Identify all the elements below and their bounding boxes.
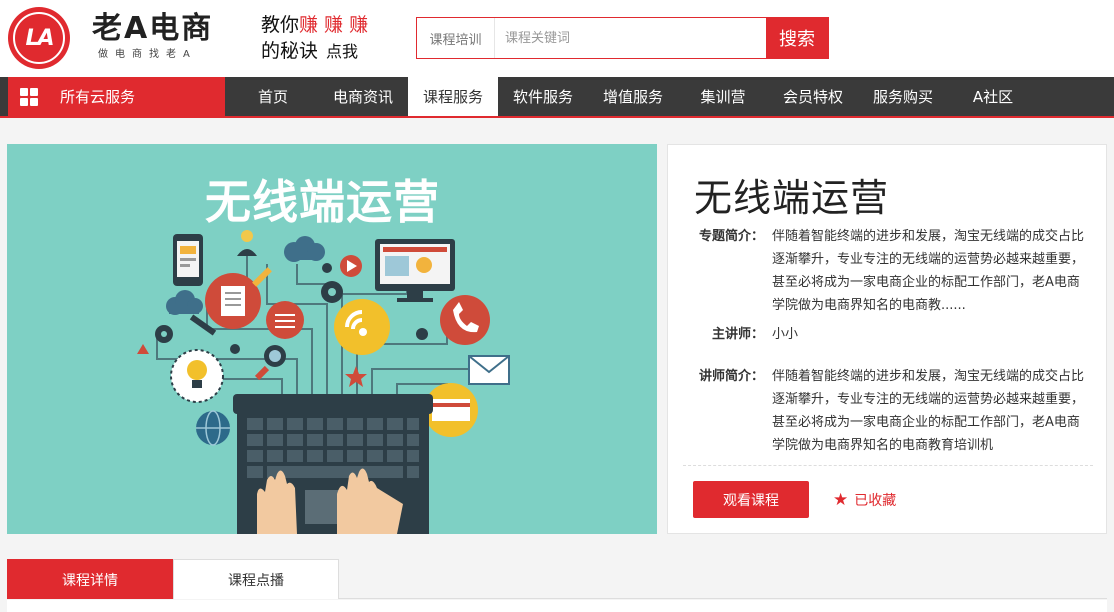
telephone-icon: [440, 295, 490, 345]
all-services-menu[interactable]: 所有云服务: [8, 77, 225, 116]
nav-item-training-camp[interactable]: 集训营: [678, 77, 768, 116]
brand-name: 老A电商: [92, 11, 214, 46]
site-header: LA 老A电商 做电商找老A 教你赚 赚 赚 的秘诀点我 课程培训 搜索: [0, 0, 1114, 77]
lightbulb-icon: [170, 349, 224, 403]
all-services-label: 所有云服务: [60, 88, 136, 106]
lecturer-label: 主讲师：: [711, 327, 764, 342]
slogan-click-me[interactable]: 点我: [326, 42, 358, 61]
logo-mark: LA: [13, 12, 65, 64]
course-title: 无线端运营: [694, 176, 890, 220]
grid-menu-icon: [20, 87, 38, 106]
course-tabs: 课程详情 课程点播: [7, 559, 1107, 599]
nav-item-courses[interactable]: 课程服务: [408, 77, 498, 116]
favorite-label: 已收藏: [854, 493, 897, 509]
topic-intro-row: 专题简介： 伴随着智能终端的进步和发展，淘宝无线端的成交占比逐渐攀升，专业专注的…: [668, 225, 1108, 313]
watch-course-button[interactable]: 观看课程: [693, 481, 809, 518]
person-icon: [237, 230, 257, 256]
course-banner: 无线端运营: [7, 144, 657, 534]
monitor-icon: [375, 239, 455, 302]
pencil-icon: [252, 267, 272, 287]
cloud-icon: [284, 236, 325, 262]
course-info-card: 无线端运营 专题简介： 伴随着智能终端的进步和发展，淘宝无线端的成交占比逐渐攀升…: [667, 144, 1107, 534]
topic-intro-text: 伴随着智能终端的进步和发展，淘宝无线端的成交占比逐渐攀升，专业专注的无线端的运营…: [772, 229, 1085, 313]
lecturer-name: 小小: [772, 327, 799, 342]
banner-illustration: [137, 230, 510, 534]
favorite-toggle[interactable]: ★ 已收藏: [833, 490, 896, 510]
divider: [683, 465, 1093, 466]
nav-item-software[interactable]: 软件服务: [498, 77, 588, 116]
slogan-line-2: 的秘诀 点我: [261, 38, 368, 65]
content-area: [7, 600, 1107, 612]
nav-item-purchase[interactable]: 服务购买: [858, 77, 948, 116]
tab-course-vod[interactable]: 课程点播: [173, 559, 339, 599]
nav-item-home[interactable]: 首页: [228, 77, 318, 116]
site-logo[interactable]: LA: [8, 7, 70, 69]
lecturer-intro-label: 讲师简介：: [698, 369, 764, 384]
main-nav: 所有云服务 首页 电商资讯 课程服务 软件服务 增值服务 集训营 会员特权 服务…: [0, 77, 1114, 118]
slogan[interactable]: 教你赚 赚 赚 的秘诀 点我: [261, 12, 368, 65]
nav-item-membership[interactable]: 会员特权: [768, 77, 858, 116]
nav-item-community[interactable]: A社区: [948, 77, 1038, 116]
search-input[interactable]: [495, 18, 766, 58]
play-icon: [340, 255, 362, 277]
star-icon: ★: [833, 490, 849, 510]
lecturer-intro-row: 讲师简介： 伴随着智能终端的进步和发展，淘宝无线端的成交占比逐渐攀升，专业专注的…: [668, 365, 1108, 457]
brand-tagline: 做电商找老A: [98, 49, 197, 60]
search-category-select[interactable]: 课程培训: [417, 18, 495, 58]
slogan-secret: 的秘诀: [261, 40, 319, 62]
magnifier-icon: [254, 345, 286, 381]
document-icon: [205, 273, 261, 329]
chat-icon: [266, 301, 304, 339]
nav-item-news[interactable]: 电商资讯: [318, 77, 408, 116]
slogan-line-1: 教你赚 赚 赚: [261, 12, 368, 38]
lecturer-row: 主讲师： 小小: [668, 323, 1108, 346]
search-button[interactable]: 搜索: [766, 18, 828, 58]
nav-item-value-added[interactable]: 增值服务: [588, 77, 678, 116]
cloud-icon-left: [166, 290, 203, 315]
slogan-prefix: 教你: [261, 14, 300, 36]
envelope-icon: [468, 355, 510, 385]
phone-icon: [173, 234, 203, 286]
globe-icon: [196, 410, 230, 446]
nav-items: 首页 电商资讯 课程服务 软件服务 增值服务 集训营 会员特权 服务购买 A社区: [228, 77, 1038, 116]
topic-intro-label: 专题简介：: [698, 229, 764, 244]
tab-course-details[interactable]: 课程详情: [7, 559, 173, 599]
brand[interactable]: 老A电商 做电商找老A: [92, 10, 213, 62]
lecturer-intro-text: 伴随着智能终端的进步和发展，淘宝无线端的成交占比逐渐攀升，专业专注的无线端的运营…: [772, 369, 1085, 453]
slogan-highlight: 赚 赚 赚: [299, 14, 369, 36]
search-bar: 课程培训 搜索: [416, 17, 829, 59]
wifi-icon: [334, 299, 390, 355]
